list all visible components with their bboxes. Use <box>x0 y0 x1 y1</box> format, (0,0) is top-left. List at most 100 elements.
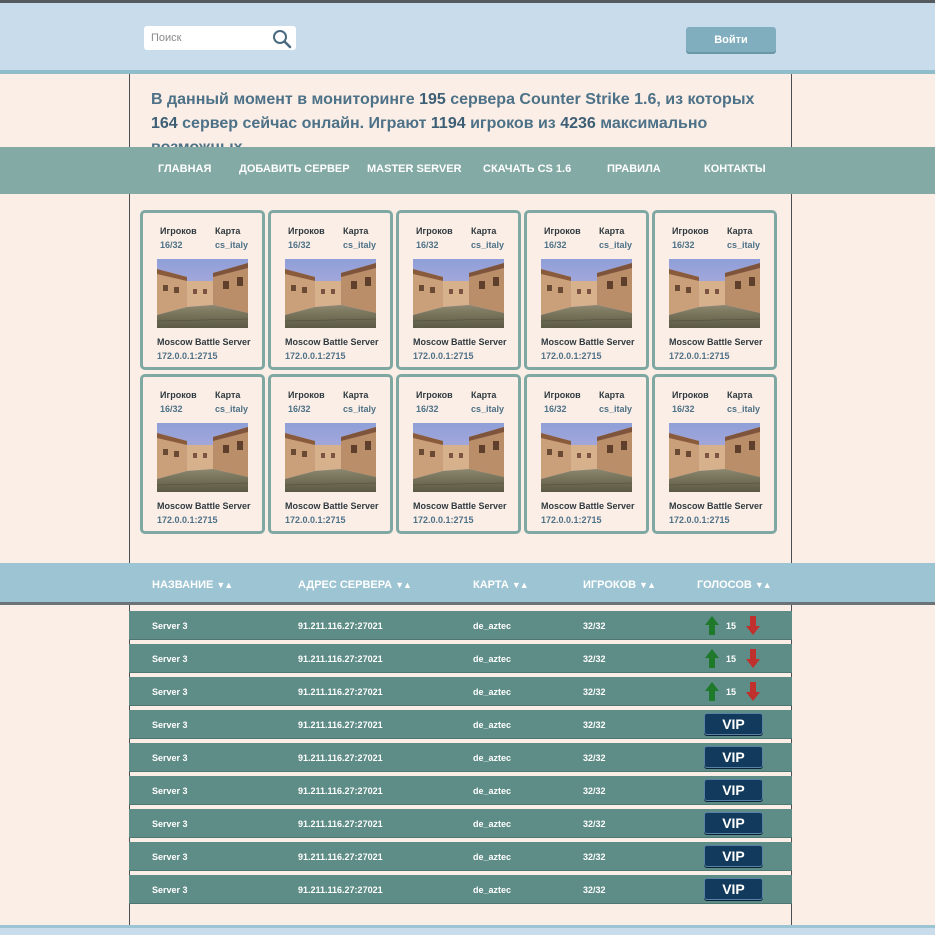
server-address: 172.0.0.1:2715 <box>157 351 218 361</box>
server-card[interactable]: Игроков Карта 16/32 cs_italy Moscow Battle S… <box>652 374 777 534</box>
row-server-name[interactable]: Server 3 <box>152 677 188 707</box>
table-row[interactable]: Server 3 91.211.116.27:27021 de_aztec 32/32… <box>129 710 792 739</box>
nav-item-add-server[interactable]: ДОБАВИТЬ СЕРВЕР <box>239 147 350 194</box>
column-header-address[interactable]: АДРЕС СЕРВЕРА ▼▲ <box>298 563 412 605</box>
row-server-name[interactable]: Server 3 <box>152 743 188 773</box>
row-server-name[interactable]: Server 3 <box>152 842 188 872</box>
column-header-players[interactable]: ИГРОКОВ ▼▲ <box>583 563 656 605</box>
table-row[interactable]: Server 3 91.211.116.27:27021 de_aztec 32/32… <box>129 809 792 838</box>
row-map: de_aztec <box>473 687 512 697</box>
nav-item-rules[interactable]: ПРАВИЛА <box>607 147 661 194</box>
row-map: de_aztec <box>473 621 512 631</box>
table-row[interactable]: Server 3 91.211.116.27:27021 de_aztec 32/32… <box>129 677 792 706</box>
map-value: cs_italy <box>727 240 761 250</box>
row-server-name[interactable]: Server 3 <box>152 644 188 674</box>
row-server-name[interactable]: Server 3 <box>152 776 188 806</box>
vip-button[interactable]: VIP <box>704 713 763 735</box>
column-header-votes[interactable]: ГОЛОСОВ ▼▲ <box>697 563 772 605</box>
stats-max-players: 4236 <box>560 115 596 132</box>
table-row[interactable]: Server 3 91.211.116.27:27021 de_aztec 32/32… <box>129 743 792 772</box>
row-map: de_aztec <box>473 720 512 730</box>
map-value: cs_italy <box>727 404 761 414</box>
search-input[interactable] <box>144 26 268 50</box>
map-value: cs_italy <box>471 404 505 414</box>
row-players: 32/32 <box>583 885 606 895</box>
vip-button[interactable]: VIP <box>704 746 763 768</box>
server-card[interactable]: Игроков Карта 16/32 cs_italy Moscow Battle S… <box>268 210 393 370</box>
server-card[interactable]: Игроков Карта 16/32 cs_italy Moscow Battle S… <box>268 374 393 534</box>
row-map: de_aztec <box>473 654 512 664</box>
row-server-name[interactable]: Server 3 <box>152 875 188 905</box>
stats-servers-total: 195 <box>419 91 446 108</box>
server-card[interactable]: Игроков Карта 16/32 cs_italy Moscow Battle S… <box>524 210 649 370</box>
vote-count: 15 <box>726 654 737 664</box>
vote-up-icon[interactable] <box>705 682 719 701</box>
map-label: Карта <box>215 226 241 236</box>
vote-down-icon[interactable] <box>746 616 760 635</box>
row-map: de_aztec <box>473 885 512 895</box>
row-players: 32/32 <box>583 786 606 796</box>
vote-up-icon[interactable] <box>705 616 719 635</box>
row-players: 32/32 <box>583 687 606 697</box>
search-icon[interactable] <box>272 29 292 49</box>
vote-up-icon[interactable] <box>705 649 719 668</box>
column-header-map[interactable]: КАРТА ▼▲ <box>473 563 529 605</box>
map-value: cs_italy <box>471 240 505 250</box>
server-card[interactable]: Игроков Карта 16/32 cs_italy Moscow Battle S… <box>396 210 521 370</box>
vote-down-icon[interactable] <box>746 649 760 668</box>
map-image <box>285 423 376 492</box>
server-name: Moscow Battle Server <box>157 501 251 511</box>
sort-icon[interactable]: ▼▲ <box>216 580 233 590</box>
map-thumbnail <box>413 423 504 492</box>
server-name: Moscow Battle Server <box>541 337 635 347</box>
nav-item-master-server[interactable]: MASTER SERVER <box>367 147 462 194</box>
players-value: 16/32 <box>416 404 439 414</box>
map-thumbnail <box>541 423 632 492</box>
server-card[interactable]: Игроков Карта 16/32 cs_italy Moscow Battle S… <box>140 210 265 370</box>
server-address: 172.0.0.1:2715 <box>157 515 218 525</box>
vip-button[interactable]: VIP <box>704 845 763 867</box>
server-name: Moscow Battle Server <box>285 501 379 511</box>
map-value: cs_italy <box>343 404 377 414</box>
vip-button[interactable]: VIP <box>704 812 763 834</box>
server-address: 172.0.0.1:2715 <box>413 515 474 525</box>
row-map: de_aztec <box>473 852 512 862</box>
header: Войти <box>0 3 935 74</box>
server-card[interactable]: Игроков Карта 16/32 cs_italy Moscow Battle S… <box>396 374 521 534</box>
column-label: ГОЛОСОВ <box>697 579 752 591</box>
row-server-name[interactable]: Server 3 <box>152 809 188 839</box>
column-label: АДРЕС СЕРВЕРА <box>298 579 393 591</box>
table-row[interactable]: Server 3 91.211.116.27:27021 de_aztec 32/32… <box>129 644 792 673</box>
stats-players: 1194 <box>430 115 466 132</box>
sort-icon[interactable]: ▼▲ <box>395 580 412 590</box>
map-thumbnail <box>157 423 248 492</box>
nav-item-contacts[interactable]: КОНТАКТЫ <box>704 147 766 194</box>
table-row[interactable]: Server 3 91.211.116.27:27021 de_aztec 32/32… <box>129 842 792 871</box>
table-row[interactable]: Server 3 91.211.116.27:27021 de_aztec 32/32… <box>129 611 792 640</box>
server-name: Moscow Battle Server <box>413 337 507 347</box>
players-label: Игроков <box>288 390 325 400</box>
map-image <box>413 423 504 492</box>
server-card[interactable]: Игроков Карта 16/32 cs_italy Moscow Battle S… <box>524 374 649 534</box>
sort-icon[interactable]: ▼▲ <box>755 580 772 590</box>
column-label: КАРТА <box>473 579 509 591</box>
row-server-name[interactable]: Server 3 <box>152 611 188 641</box>
server-name: Moscow Battle Server <box>669 501 763 511</box>
login-button[interactable]: Войти <box>686 27 776 52</box>
server-address: 172.0.0.1:2715 <box>541 515 602 525</box>
vote-count: 15 <box>726 621 737 631</box>
server-card[interactable]: Игроков Карта 16/32 cs_italy Moscow Battle S… <box>140 374 265 534</box>
vip-button[interactable]: VIP <box>704 878 763 900</box>
row-server-name[interactable]: Server 3 <box>152 710 188 740</box>
server-card[interactable]: Игроков Карта 16/32 cs_italy Moscow Battle S… <box>652 210 777 370</box>
vip-button[interactable]: VIP <box>704 779 763 801</box>
sort-icon[interactable]: ▼▲ <box>512 580 529 590</box>
nav-item-home[interactable]: ГЛАВНАЯ <box>158 147 211 194</box>
nav-item-download[interactable]: СКАЧАТЬ CS 1.6 <box>483 147 571 194</box>
table-row[interactable]: Server 3 91.211.116.27:27021 de_aztec 32/32… <box>129 776 792 805</box>
table-row[interactable]: Server 3 91.211.116.27:27021 de_aztec 32/32… <box>129 875 792 904</box>
column-header-name[interactable]: НАЗВАНИЕ ▼▲ <box>152 563 233 605</box>
players-label: Игроков <box>160 226 197 236</box>
sort-icon[interactable]: ▼▲ <box>639 580 656 590</box>
vote-down-icon[interactable] <box>746 682 760 701</box>
